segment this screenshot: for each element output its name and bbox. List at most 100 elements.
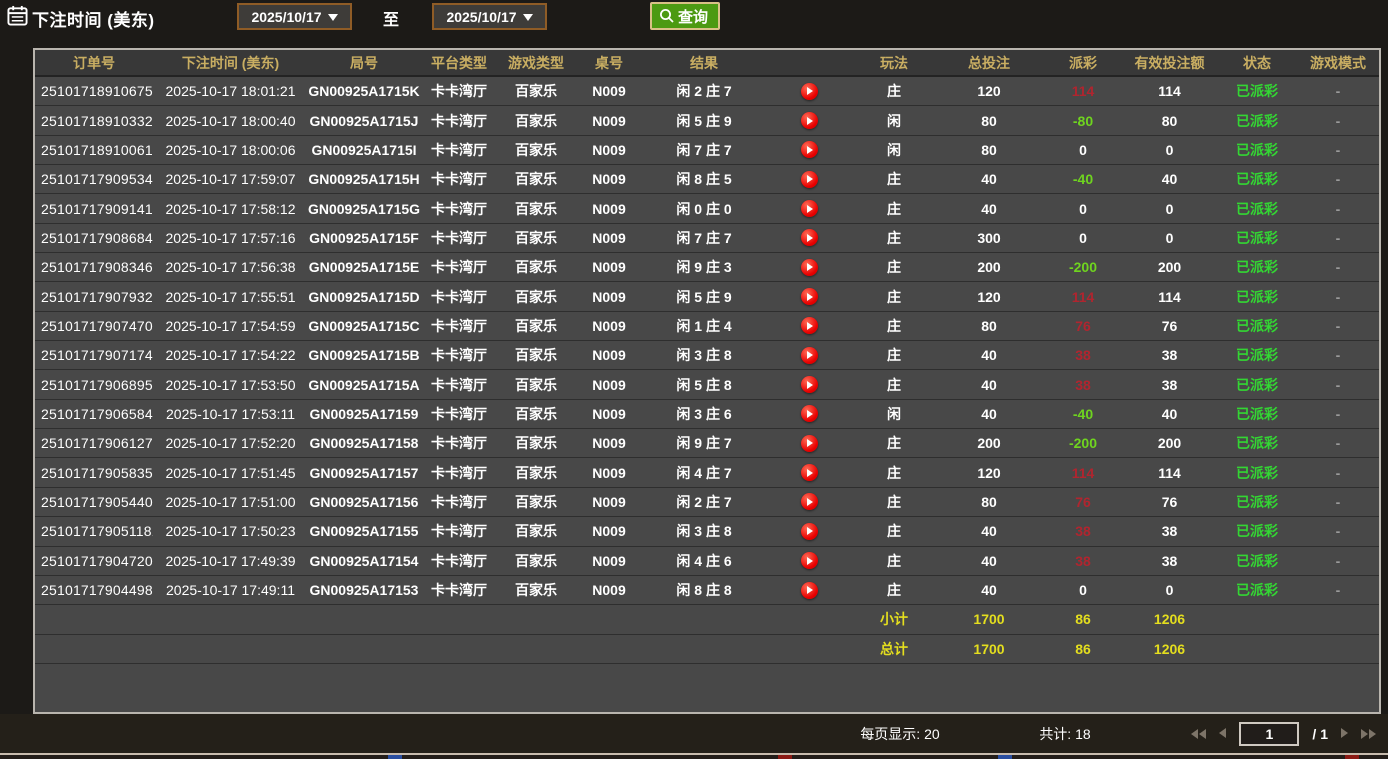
table-row: 2510171790717472025-10-17 17:54:22GN0092… [35,341,1379,370]
result-cell: 闲 7 庄 7 [644,136,764,164]
replay-icon[interactable] [801,347,818,364]
game-mode-cell: - [1297,194,1379,222]
game-mode-cell: - [1297,253,1379,281]
game-mode-cell: - [1297,547,1379,575]
round-id-cell: GN00925A1715E [308,253,420,281]
valid-bet-cell: 114 [1122,458,1217,486]
prev-page-icon[interactable] [1219,725,1226,743]
round-id-cell: GN00925A17154 [308,547,420,575]
platform-cell: 卡卡湾厅 [420,106,498,134]
round-id-cell: GN00925A17155 [308,517,420,545]
payout-cell: 76 [1044,312,1122,340]
payout-cell: 38 [1044,370,1122,398]
round-id-cell: GN00925A17159 [308,400,420,428]
replay-icon[interactable] [801,141,818,158]
total-bet-cell: 80 [934,312,1044,340]
pager: / 1 [1191,720,1376,748]
total-bet-cell: 200 [934,429,1044,457]
game-type-cell: 百家乐 [498,282,574,310]
replay-cell [764,576,854,604]
round-id-cell: GN00925A1715H [308,165,420,193]
table-row: 2510171790544072025-10-17 17:51:00GN0092… [35,488,1379,517]
valid-bet-cell: 0 [1122,224,1217,252]
replay-icon[interactable] [801,200,818,217]
table-body: 2510171891067592025-10-17 18:01:21GN0092… [35,77,1379,664]
replay-cell [764,106,854,134]
table-no-cell: N009 [574,370,644,398]
replay-icon[interactable] [801,493,818,510]
round-id-cell: GN00925A17157 [308,458,420,486]
payout-cell: 0 [1044,576,1122,604]
valid-bet-cell: 200 [1122,253,1217,281]
empty-cell [153,605,308,633]
round-id-cell: GN00925A17153 [308,576,420,604]
bet-time-cell: 2025-10-17 18:01:21 [153,77,308,105]
empty-cell [1297,605,1379,633]
replay-icon[interactable] [801,317,818,334]
game-mode-cell: - [1297,312,1379,340]
total-bet-cell: 40 [934,517,1044,545]
platform-cell: 卡卡湾厅 [420,547,498,575]
page-number-input[interactable] [1239,722,1299,746]
result-cell: 闲 4 庄 6 [644,547,764,575]
result-cell: 闲 3 庄 6 [644,400,764,428]
result-cell: 闲 5 庄 8 [644,370,764,398]
replay-icon[interactable] [801,582,818,599]
last-page-icon[interactable] [1361,729,1376,739]
replay-icon[interactable] [801,83,818,100]
replay-icon[interactable] [801,112,818,129]
replay-icon[interactable] [801,376,818,393]
replay-icon[interactable] [801,405,818,422]
platform-cell: 卡卡湾厅 [420,370,498,398]
query-button[interactable]: 查询 [650,2,720,30]
replay-icon[interactable] [801,435,818,452]
result-cell: 闲 7 庄 7 [644,224,764,252]
column-header: 玩法 [854,50,934,75]
game-mode-cell: - [1297,458,1379,486]
bet-time-cell: 2025-10-17 17:52:20 [153,429,308,457]
replay-icon[interactable] [801,229,818,246]
platform-cell: 卡卡湾厅 [420,282,498,310]
replay-icon[interactable] [801,552,818,569]
empty-cell [1297,635,1379,663]
replay-icon[interactable] [801,259,818,276]
replay-icon[interactable] [801,288,818,305]
total-bet-cell: 40 [934,341,1044,369]
valid-bet-cell: 38 [1122,341,1217,369]
page-total-label: / 1 [1312,726,1328,742]
date-from-select[interactable]: 2025/10/17 [237,3,352,30]
result-cell: 闲 4 庄 7 [644,458,764,486]
status-badge: 已派彩 [1217,312,1297,340]
replay-icon[interactable] [801,464,818,481]
game-type-cell: 百家乐 [498,253,574,281]
replay-icon[interactable] [801,171,818,188]
replay-cell [764,341,854,369]
bet-time-cell: 2025-10-17 17:50:23 [153,517,308,545]
total-bet-cell: 40 [934,194,1044,222]
status-badge: 已派彩 [1217,165,1297,193]
total-bet-cell: 120 [934,282,1044,310]
payout-cell: 0 [1044,224,1122,252]
game-type-cell: 百家乐 [498,517,574,545]
total-bet-cell: 80 [934,488,1044,516]
game-type-cell: 百家乐 [498,312,574,340]
status-badge: 已派彩 [1217,106,1297,134]
first-page-icon[interactable] [1191,729,1206,739]
replay-icon[interactable] [801,523,818,540]
table-no-cell: N009 [574,547,644,575]
valid-bet-cell: 38 [1122,547,1217,575]
status-badge: 已派彩 [1217,458,1297,486]
table-no-cell: N009 [574,136,644,164]
table-no-cell: N009 [574,106,644,134]
date-to-select[interactable]: 2025/10/17 [432,3,547,30]
total-bet-cell: 80 [934,136,1044,164]
empty-cell [1217,635,1297,663]
table-no-cell: N009 [574,400,644,428]
valid-bet-cell: 40 [1122,400,1217,428]
result-cell: 闲 3 庄 8 [644,517,764,545]
empty-cell [644,635,764,663]
next-page-icon[interactable] [1341,725,1348,743]
replay-cell [764,547,854,575]
status-badge: 已派彩 [1217,547,1297,575]
chevron-down-icon [523,14,533,21]
